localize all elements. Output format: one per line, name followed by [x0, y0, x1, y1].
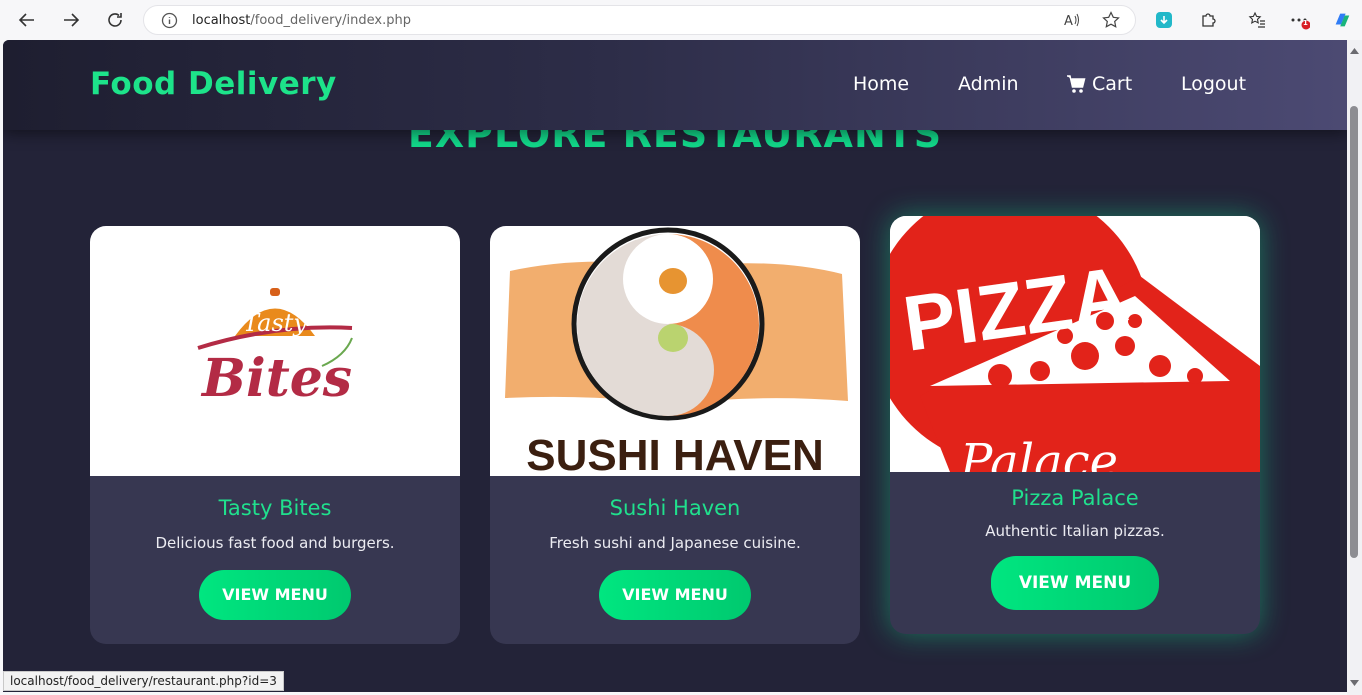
svg-text:A: A	[1064, 14, 1073, 29]
status-bar-url: localhost/food_delivery/restaurant.php?i…	[3, 671, 284, 691]
url-path: /food_delivery/index.php	[250, 13, 411, 28]
favorites-list-icon	[1248, 11, 1265, 28]
nav-admin[interactable]: Admin	[958, 73, 1019, 95]
site-header: Food Delivery Home Admin Cart Logout	[3, 40, 1347, 130]
restaurant-description: Fresh sushi and Japanese cuisine.	[549, 534, 801, 552]
page-viewport: Food Delivery Home Admin Cart Logout EXP…	[3, 40, 1347, 692]
favorite-button[interactable]	[1101, 10, 1121, 30]
restaurant-image-pizza-palace: PIZZA Palace	[890, 216, 1260, 472]
nav-home[interactable]: Home	[853, 73, 909, 95]
scroll-up-icon	[1350, 48, 1359, 54]
view-menu-button[interactable]: VIEW MENU	[991, 556, 1159, 610]
info-icon	[161, 12, 178, 29]
puzzle-icon	[1202, 13, 1216, 27]
restaurant-card: Tasty Bites Tasty Bites Delicious fast f…	[90, 226, 460, 644]
view-menu-button[interactable]: VIEW MENU	[199, 570, 351, 620]
logo-word-palace: Palace	[959, 434, 1118, 472]
site-logo[interactable]: Food Delivery	[90, 66, 337, 102]
favorites-list-button[interactable]	[1247, 10, 1267, 30]
pizza-palace-logo: PIZZA Palace	[890, 216, 1260, 472]
url-host: localhost	[192, 13, 251, 28]
address-bar[interactable]: localhost/food_delivery/index.php A	[143, 5, 1136, 35]
restaurant-card: SUSHI HAVEN Sushi Haven Fresh sushi and …	[490, 226, 860, 644]
restaurant-name: Sushi Haven	[609, 496, 741, 520]
copilot-icon	[1335, 13, 1350, 27]
view-menu-button[interactable]: VIEW MENU	[599, 570, 751, 620]
logo-word-bites: Bites	[200, 348, 352, 409]
nav-logout[interactable]: Logout	[1181, 73, 1246, 95]
star-icon	[1102, 11, 1120, 28]
arrow-left-icon	[18, 13, 34, 27]
restaurant-name: Pizza Palace	[1011, 486, 1139, 510]
tasty-bites-logo: Tasty Bites	[197, 288, 353, 409]
notification-badge: 1	[1303, 19, 1308, 27]
restaurant-description: Authentic Italian pizzas.	[985, 522, 1165, 540]
restaurant-card: PIZZA Palace Pizza Palace Authentic Ital…	[890, 216, 1260, 634]
more-options-button[interactable]: 1	[1290, 10, 1310, 30]
arrow-right-icon	[64, 13, 80, 27]
extension-download-button[interactable]	[1154, 10, 1174, 30]
logo-text: SUSHI HAVEN	[526, 431, 823, 476]
back-button[interactable]	[15, 8, 39, 32]
refresh-icon	[108, 13, 122, 27]
cloud-download-icon	[1156, 12, 1172, 28]
read-aloud-icon: A	[1064, 13, 1079, 29]
browser-toolbar: localhost/food_delivery/index.php A 1	[0, 0, 1362, 40]
forward-button[interactable]	[59, 8, 83, 32]
extensions-button[interactable]	[1198, 10, 1218, 30]
url-text: localhost/food_delivery/index.php	[192, 13, 411, 28]
vertical-scrollbar[interactable]	[1347, 40, 1362, 695]
read-aloud-button[interactable]: A	[1062, 10, 1082, 30]
refresh-button[interactable]	[103, 8, 127, 32]
scroll-down-icon	[1350, 680, 1359, 686]
copilot-button[interactable]	[1332, 10, 1352, 30]
restaurant-name: Tasty Bites	[218, 496, 332, 520]
nav-cart[interactable]: Cart	[1066, 73, 1132, 95]
scrollbar-thumb[interactable]	[1350, 106, 1358, 558]
restaurant-image-tasty-bites: Tasty Bites	[90, 226, 460, 476]
sushi-haven-logo: SUSHI HAVEN	[505, 227, 848, 476]
restaurant-description: Delicious fast food and burgers.	[155, 534, 395, 552]
cart-icon	[1067, 74, 1086, 93]
restaurant-image-sushi-haven: SUSHI HAVEN	[490, 226, 860, 476]
logo-word-tasty: Tasty	[243, 309, 307, 337]
nav-cart-label: Cart	[1092, 73, 1133, 95]
